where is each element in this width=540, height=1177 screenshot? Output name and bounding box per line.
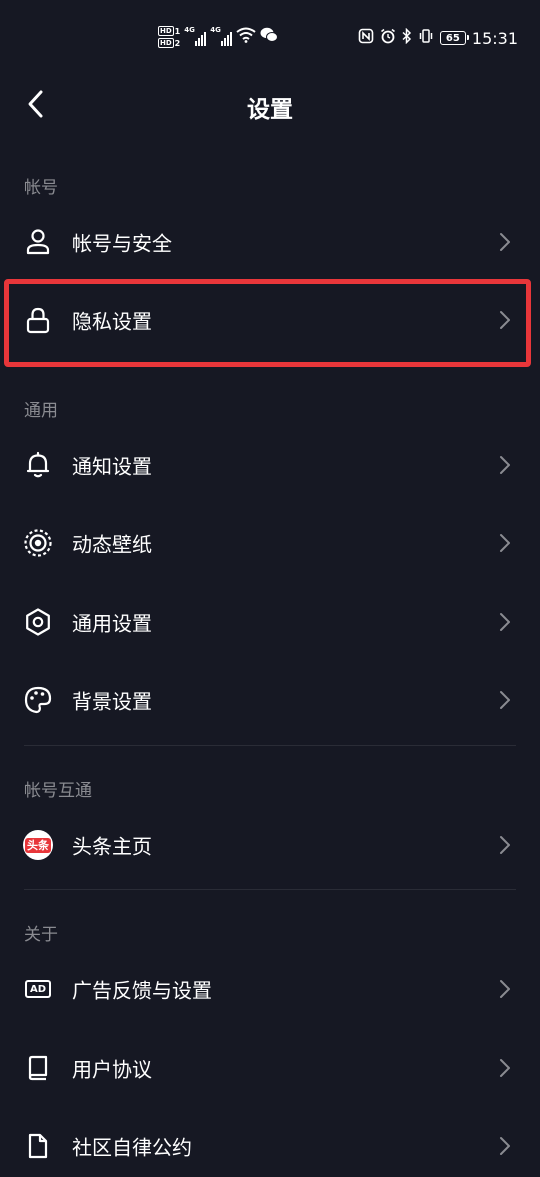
signal-1-icon: 4G xyxy=(184,26,207,46)
section-label-linked: 帐号互通 xyxy=(24,781,92,801)
chevron-right-icon xyxy=(498,1136,512,1156)
clock: 15:31 xyxy=(471,28,518,48)
row-background-settings[interactable]: 背景设置 xyxy=(0,669,540,731)
chevron-right-icon xyxy=(498,835,512,855)
status-bar: HD 1 HD 2 4G 4G 65 15:31 xyxy=(0,0,540,80)
alarm-icon xyxy=(380,28,396,48)
status-left: HD 1 HD 2 4G 4G xyxy=(158,26,279,48)
divider xyxy=(24,889,516,890)
lock-icon xyxy=(22,304,54,336)
nav-header: 设置 xyxy=(0,80,540,130)
chevron-right-icon xyxy=(498,690,512,710)
row-label: 帐号与安全 xyxy=(72,231,172,256)
vibrate-icon xyxy=(418,28,434,48)
bell-icon xyxy=(22,449,54,481)
row-label: 用户协议 xyxy=(72,1057,152,1082)
gear-icon xyxy=(22,606,54,638)
page-title: 设置 xyxy=(247,97,293,123)
row-account-security[interactable]: 帐号与安全 xyxy=(0,211,540,273)
chevron-right-icon xyxy=(498,1058,512,1078)
row-toutiao-homepage[interactable]: 头条 头条主页 xyxy=(0,814,540,876)
wifi-icon xyxy=(236,27,256,47)
row-label: 背景设置 xyxy=(72,689,152,714)
row-user-agreement[interactable]: 用户协议 xyxy=(0,1037,540,1099)
hd2-badge: HD 2 xyxy=(158,38,181,48)
divider xyxy=(24,745,516,746)
hd-badges: HD 1 HD 2 xyxy=(158,26,180,48)
row-live-wallpaper[interactable]: 动态壁纸 xyxy=(0,512,540,574)
user-icon xyxy=(22,226,54,258)
chevron-right-icon xyxy=(498,979,512,999)
section-label-about: 关于 xyxy=(24,925,58,945)
chevron-right-icon xyxy=(498,455,512,475)
row-label: 广告反馈与设置 xyxy=(72,978,212,1003)
chevron-right-icon xyxy=(498,310,512,330)
status-right: 65 15:31 xyxy=(358,27,518,48)
document-icon xyxy=(22,1130,54,1162)
row-privacy-settings[interactable]: 隐私设置 xyxy=(0,289,540,351)
live-wallpaper-icon xyxy=(22,527,54,559)
chevron-right-icon xyxy=(498,533,512,553)
hd1-badge: HD 1 xyxy=(158,26,181,36)
row-notification-settings[interactable]: 通知设置 xyxy=(0,434,540,496)
toutiao-icon: 头条 xyxy=(22,829,54,861)
row-label: 通用设置 xyxy=(72,611,152,636)
row-label: 社区自律公约 xyxy=(72,1135,192,1160)
ad-icon: AD xyxy=(22,973,54,1005)
row-label: 动态壁纸 xyxy=(72,532,152,557)
nfc-icon xyxy=(358,28,374,48)
row-ad-feedback[interactable]: AD 广告反馈与设置 xyxy=(0,958,540,1020)
section-label-account: 帐号 xyxy=(24,178,58,198)
chevron-right-icon xyxy=(498,612,512,632)
book-icon xyxy=(22,1052,54,1084)
row-label: 隐私设置 xyxy=(72,309,152,334)
section-label-general: 通用 xyxy=(24,401,58,421)
palette-icon xyxy=(22,684,54,716)
row-community-guidelines[interactable]: 社区自律公约 xyxy=(0,1115,540,1177)
row-label: 通知设置 xyxy=(72,454,152,479)
signal-2-icon: 4G xyxy=(210,26,233,46)
bluetooth-icon xyxy=(402,27,412,48)
battery-icon: 65 xyxy=(439,31,469,45)
chevron-right-icon xyxy=(498,232,512,252)
row-label: 头条主页 xyxy=(72,834,152,859)
wechat-icon xyxy=(260,27,279,47)
row-general-settings[interactable]: 通用设置 xyxy=(0,591,540,653)
